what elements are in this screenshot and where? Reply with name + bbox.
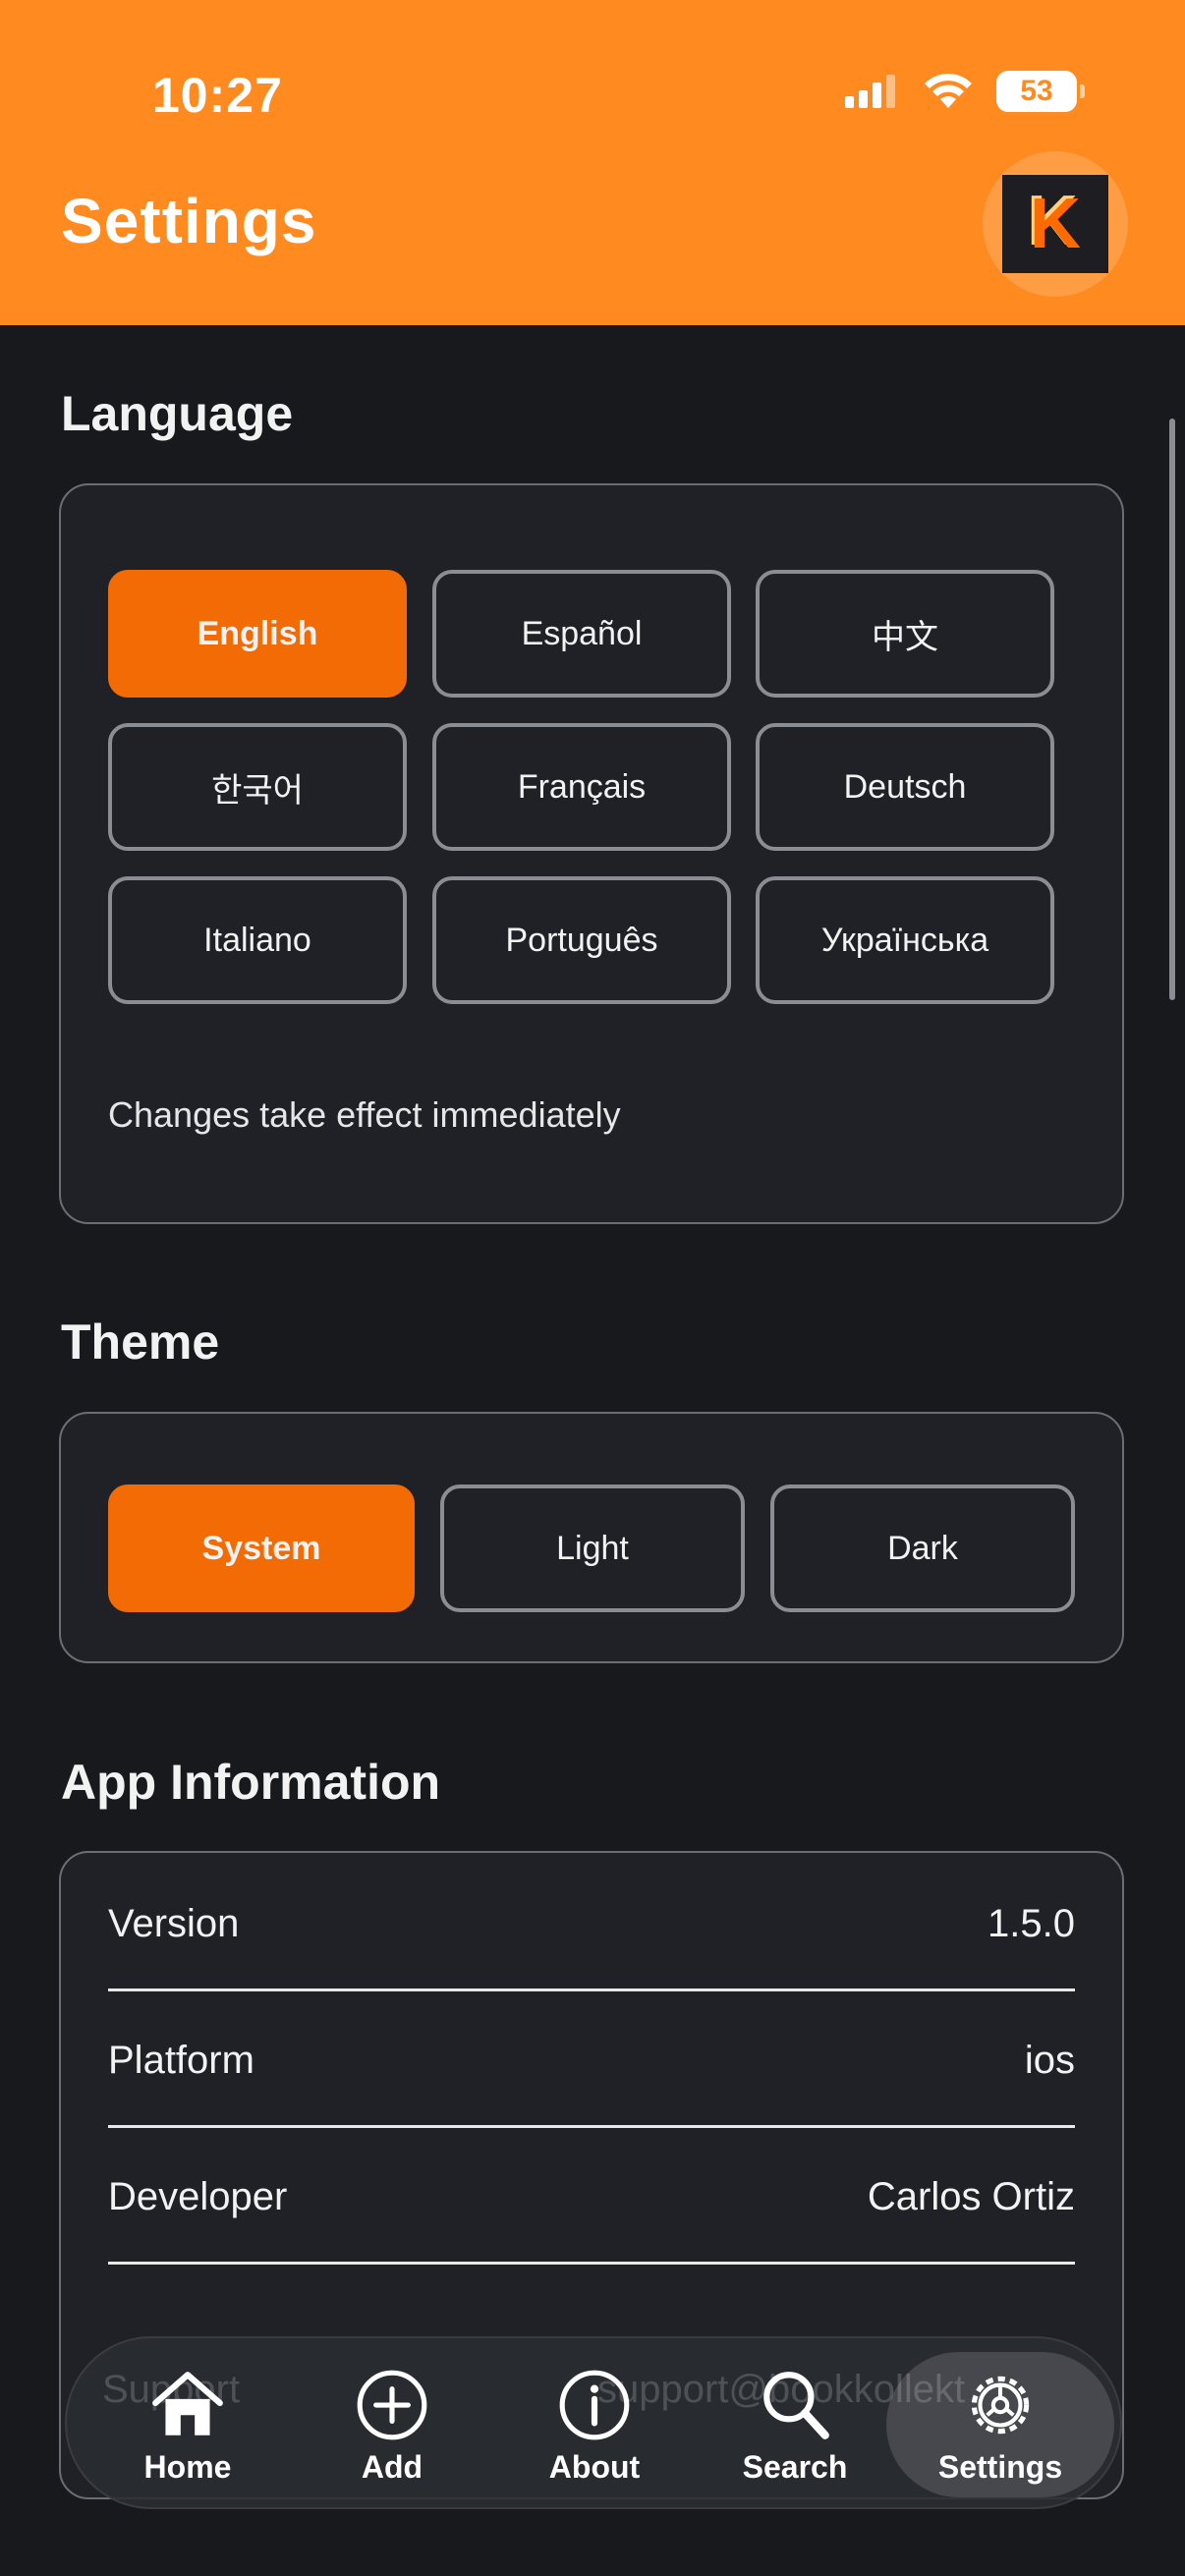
theme-option-system[interactable]: System	[108, 1484, 415, 1612]
search-icon	[763, 2371, 829, 2439]
language-option-spanish[interactable]: Español	[432, 570, 731, 698]
language-option-english[interactable]: English	[108, 570, 407, 698]
language-section-title: Language	[61, 386, 294, 441]
status-icons: 53	[845, 71, 1085, 112]
language-option-ukrainian[interactable]: Українська	[756, 876, 1054, 1004]
cellular-signal-icon	[845, 75, 895, 108]
gear-icon	[971, 2376, 1030, 2434]
tab-label: Search	[742, 2448, 848, 2485]
info-label: Version	[108, 1902, 240, 1945]
home-icon	[152, 2371, 223, 2436]
tab-about[interactable]: About	[493, 2338, 696, 2507]
page-title: Settings	[61, 186, 317, 256]
app-header: 10:27 53 Settings K	[0, 0, 1185, 325]
theme-option-light[interactable]: Light	[440, 1484, 745, 1612]
tab-settings[interactable]: Settings	[886, 2352, 1114, 2497]
status-time: 10:27	[152, 68, 283, 123]
language-option-chinese[interactable]: 中文	[756, 570, 1054, 698]
battery-indicator: 53	[996, 71, 1085, 112]
info-row-version: Version 1.5.0	[108, 1853, 1075, 1991]
theme-section-title: Theme	[61, 1315, 220, 1370]
language-option-korean[interactable]: 한국어	[108, 723, 407, 851]
language-option-german[interactable]: Deutsch	[756, 723, 1054, 851]
avatar-letter: K	[1030, 185, 1081, 263]
app-info-section-title: App Information	[61, 1755, 441, 1810]
language-option-portuguese[interactable]: Português	[432, 876, 731, 1004]
language-note: Changes take effect immediately	[108, 1094, 621, 1135]
scrollbar[interactable]	[1169, 419, 1175, 1000]
info-value: ios	[1024, 2039, 1075, 2082]
tab-label: About	[548, 2448, 641, 2485]
info-row-developer: Developer Carlos Ortiz	[108, 2126, 1075, 2265]
language-card: English Español 中文 한국어 Français Deutsch …	[59, 483, 1124, 1224]
language-option-french[interactable]: Français	[432, 723, 731, 851]
avatar[interactable]: K	[983, 151, 1128, 297]
tab-search[interactable]: Search	[694, 2338, 896, 2507]
info-value: Carlos Ortiz	[867, 2175, 1075, 2218]
tab-home[interactable]: Home	[86, 2338, 289, 2507]
info-label: Developer	[108, 2175, 288, 2218]
theme-card: System Light Dark	[59, 1412, 1124, 1663]
wifi-icon	[925, 74, 972, 108]
language-option-italian[interactable]: Italiano	[108, 876, 407, 1004]
tab-label: Home	[143, 2448, 232, 2485]
info-icon	[559, 2370, 630, 2439]
theme-option-dark[interactable]: Dark	[770, 1484, 1075, 1612]
info-value: 1.5.0	[988, 1902, 1075, 1945]
avatar-image: K	[1002, 175, 1108, 273]
info-label: Platform	[108, 2039, 254, 2082]
plus-circle-icon	[357, 2370, 427, 2439]
tab-add[interactable]: Add	[291, 2338, 493, 2507]
bottom-tab-bar: Support support@bookkollekt Home Add Abo…	[65, 2336, 1122, 2509]
info-row-platform: Platform ios	[108, 1989, 1075, 2128]
tab-label: Add	[361, 2448, 423, 2485]
tab-label: Settings	[937, 2448, 1063, 2485]
